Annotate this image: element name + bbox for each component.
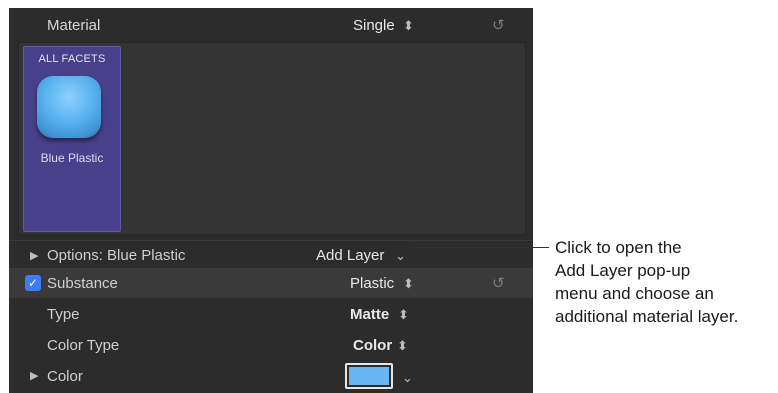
substance-popup[interactable]: Plastic [350,275,394,292]
color-type-popup[interactable]: Color [353,337,392,354]
substance-row: ✓ Substance Plastic ⬍ ↺ [9,268,533,298]
updown-arrows-icon[interactable]: ⬍ [397,338,408,354]
callout-annotation: Click to open the Add Layer pop-up menu … [555,236,777,328]
options-label: Options: Blue Plastic [47,247,186,264]
material-swatch-preview [37,76,101,138]
callout-line-2: Add Layer pop-up [555,261,691,280]
updown-arrows-icon[interactable]: ⬍ [398,307,409,323]
type-popup[interactable]: Matte [350,306,389,323]
chevron-down-icon[interactable]: ⌄ [402,370,413,386]
updown-arrows-icon[interactable]: ⬍ [403,276,414,292]
callout-line-1: Click to open the [555,238,682,257]
color-well-swatch [349,367,389,385]
callout-leader-line [412,247,549,248]
color-well[interactable] [345,363,393,389]
substance-checkbox[interactable]: ✓ [25,275,41,291]
color-type-label: Color Type [47,337,120,354]
facet-tile[interactable]: ALL FACETS Blue Plastic [23,46,121,232]
type-row: Type Matte ⬍ [9,301,533,331]
color-type-row: Color Type Color ⬍ [9,332,533,362]
chevron-down-icon[interactable]: ⌄ [395,248,406,264]
material-label: Material [47,17,101,34]
material-mode-popup[interactable]: Single [353,17,395,34]
type-label: Type [47,306,80,323]
callout-line-4: additional material layer. [555,307,739,326]
facet-material-name: Blue Plastic [40,151,104,165]
disclosure-triangle-icon[interactable]: ▶ [30,249,38,262]
material-inspector-panel: Material Single ⬍ ↺ ALL FACETS Blue Plas… [9,8,533,393]
substance-label: Substance [47,275,118,292]
updown-arrows-icon[interactable]: ⬍ [403,18,414,34]
callout-line-3: menu and choose an [555,284,714,303]
color-label: Color [47,368,83,385]
options-row: ▶ Options: Blue Plastic Add Layer ⌄ [9,240,533,268]
material-header-row: Material Single ⬍ ↺ [9,8,533,42]
material-layer-well: ALL FACETS Blue Plastic [18,42,526,235]
disclosure-triangle-icon[interactable]: ▶ [30,369,38,382]
reset-icon[interactable]: ↺ [492,16,505,34]
facet-title: ALL FACETS [38,53,106,65]
color-row: ▶ Color ⌄ [9,363,533,393]
add-layer-popup[interactable]: Add Layer [316,247,384,264]
reset-icon[interactable]: ↺ [492,274,505,292]
